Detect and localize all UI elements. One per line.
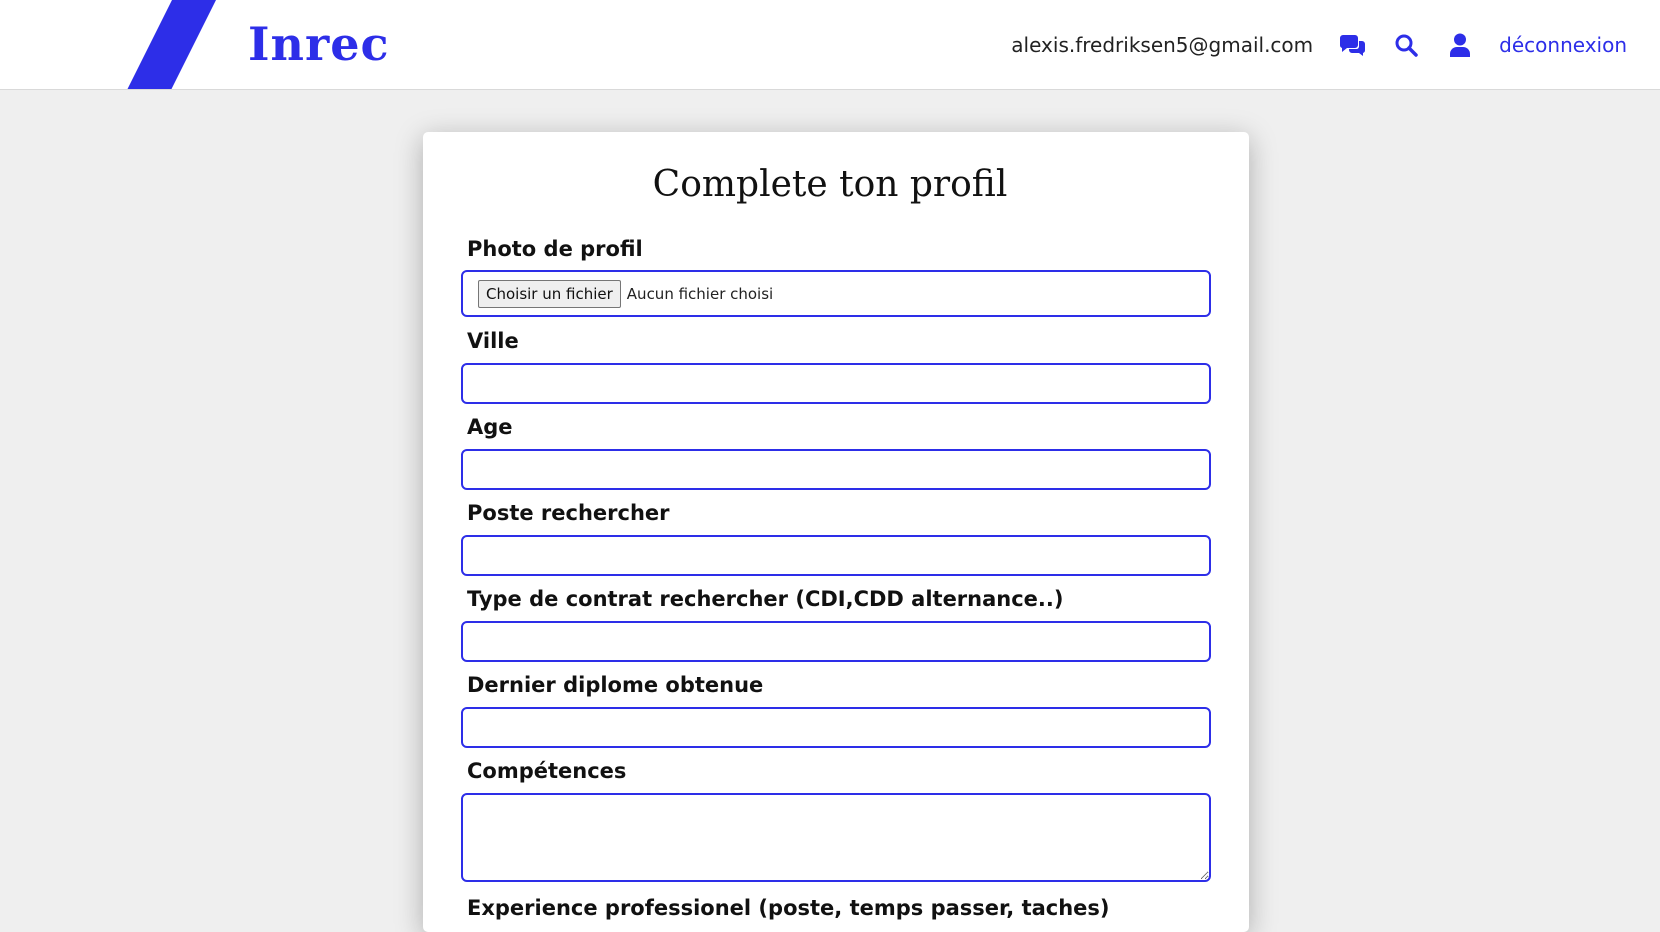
- top-navbar: Inrec alexis.fredriksen5@gmail.com décon…: [0, 0, 1660, 90]
- user-email: alexis.fredriksen5@gmail.com: [1011, 33, 1314, 57]
- chat-icon[interactable]: [1337, 30, 1367, 60]
- nav-right-group: alexis.fredriksen5@gmail.com déconnexion: [1011, 0, 1627, 89]
- page-title: Complete ton profil: [652, 164, 1008, 205]
- photo-label: Photo de profil: [467, 237, 643, 261]
- poste-input[interactable]: [461, 535, 1211, 576]
- diplome-label: Dernier diplome obtenue: [467, 673, 764, 697]
- photo-file-input[interactable]: Choisir un fichier Aucun fichier choisi: [461, 270, 1211, 317]
- competences-label: Compétences: [467, 759, 627, 783]
- age-input[interactable]: [461, 449, 1211, 490]
- user-icon[interactable]: [1445, 30, 1475, 60]
- contrat-label: Type de contrat rechercher (CDI,CDD alte…: [467, 587, 1064, 611]
- logo-slash-graphic: [127, 0, 216, 89]
- age-label: Age: [467, 415, 513, 439]
- experience-label: Experience professionel (poste, temps pa…: [467, 896, 1110, 920]
- contrat-input[interactable]: [461, 621, 1211, 662]
- ville-label: Ville: [467, 329, 519, 353]
- poste-label: Poste rechercher: [467, 501, 670, 525]
- ville-input[interactable]: [461, 363, 1211, 404]
- file-status-text: Aucun fichier choisi: [626, 284, 774, 303]
- choose-file-button[interactable]: Choisir un fichier: [478, 279, 621, 308]
- brand-logo[interactable]: Inrec: [248, 14, 389, 74]
- competences-textarea[interactable]: [461, 793, 1211, 882]
- diplome-input[interactable]: [461, 707, 1211, 748]
- search-icon[interactable]: [1391, 30, 1421, 60]
- logout-link[interactable]: déconnexion: [1499, 33, 1627, 57]
